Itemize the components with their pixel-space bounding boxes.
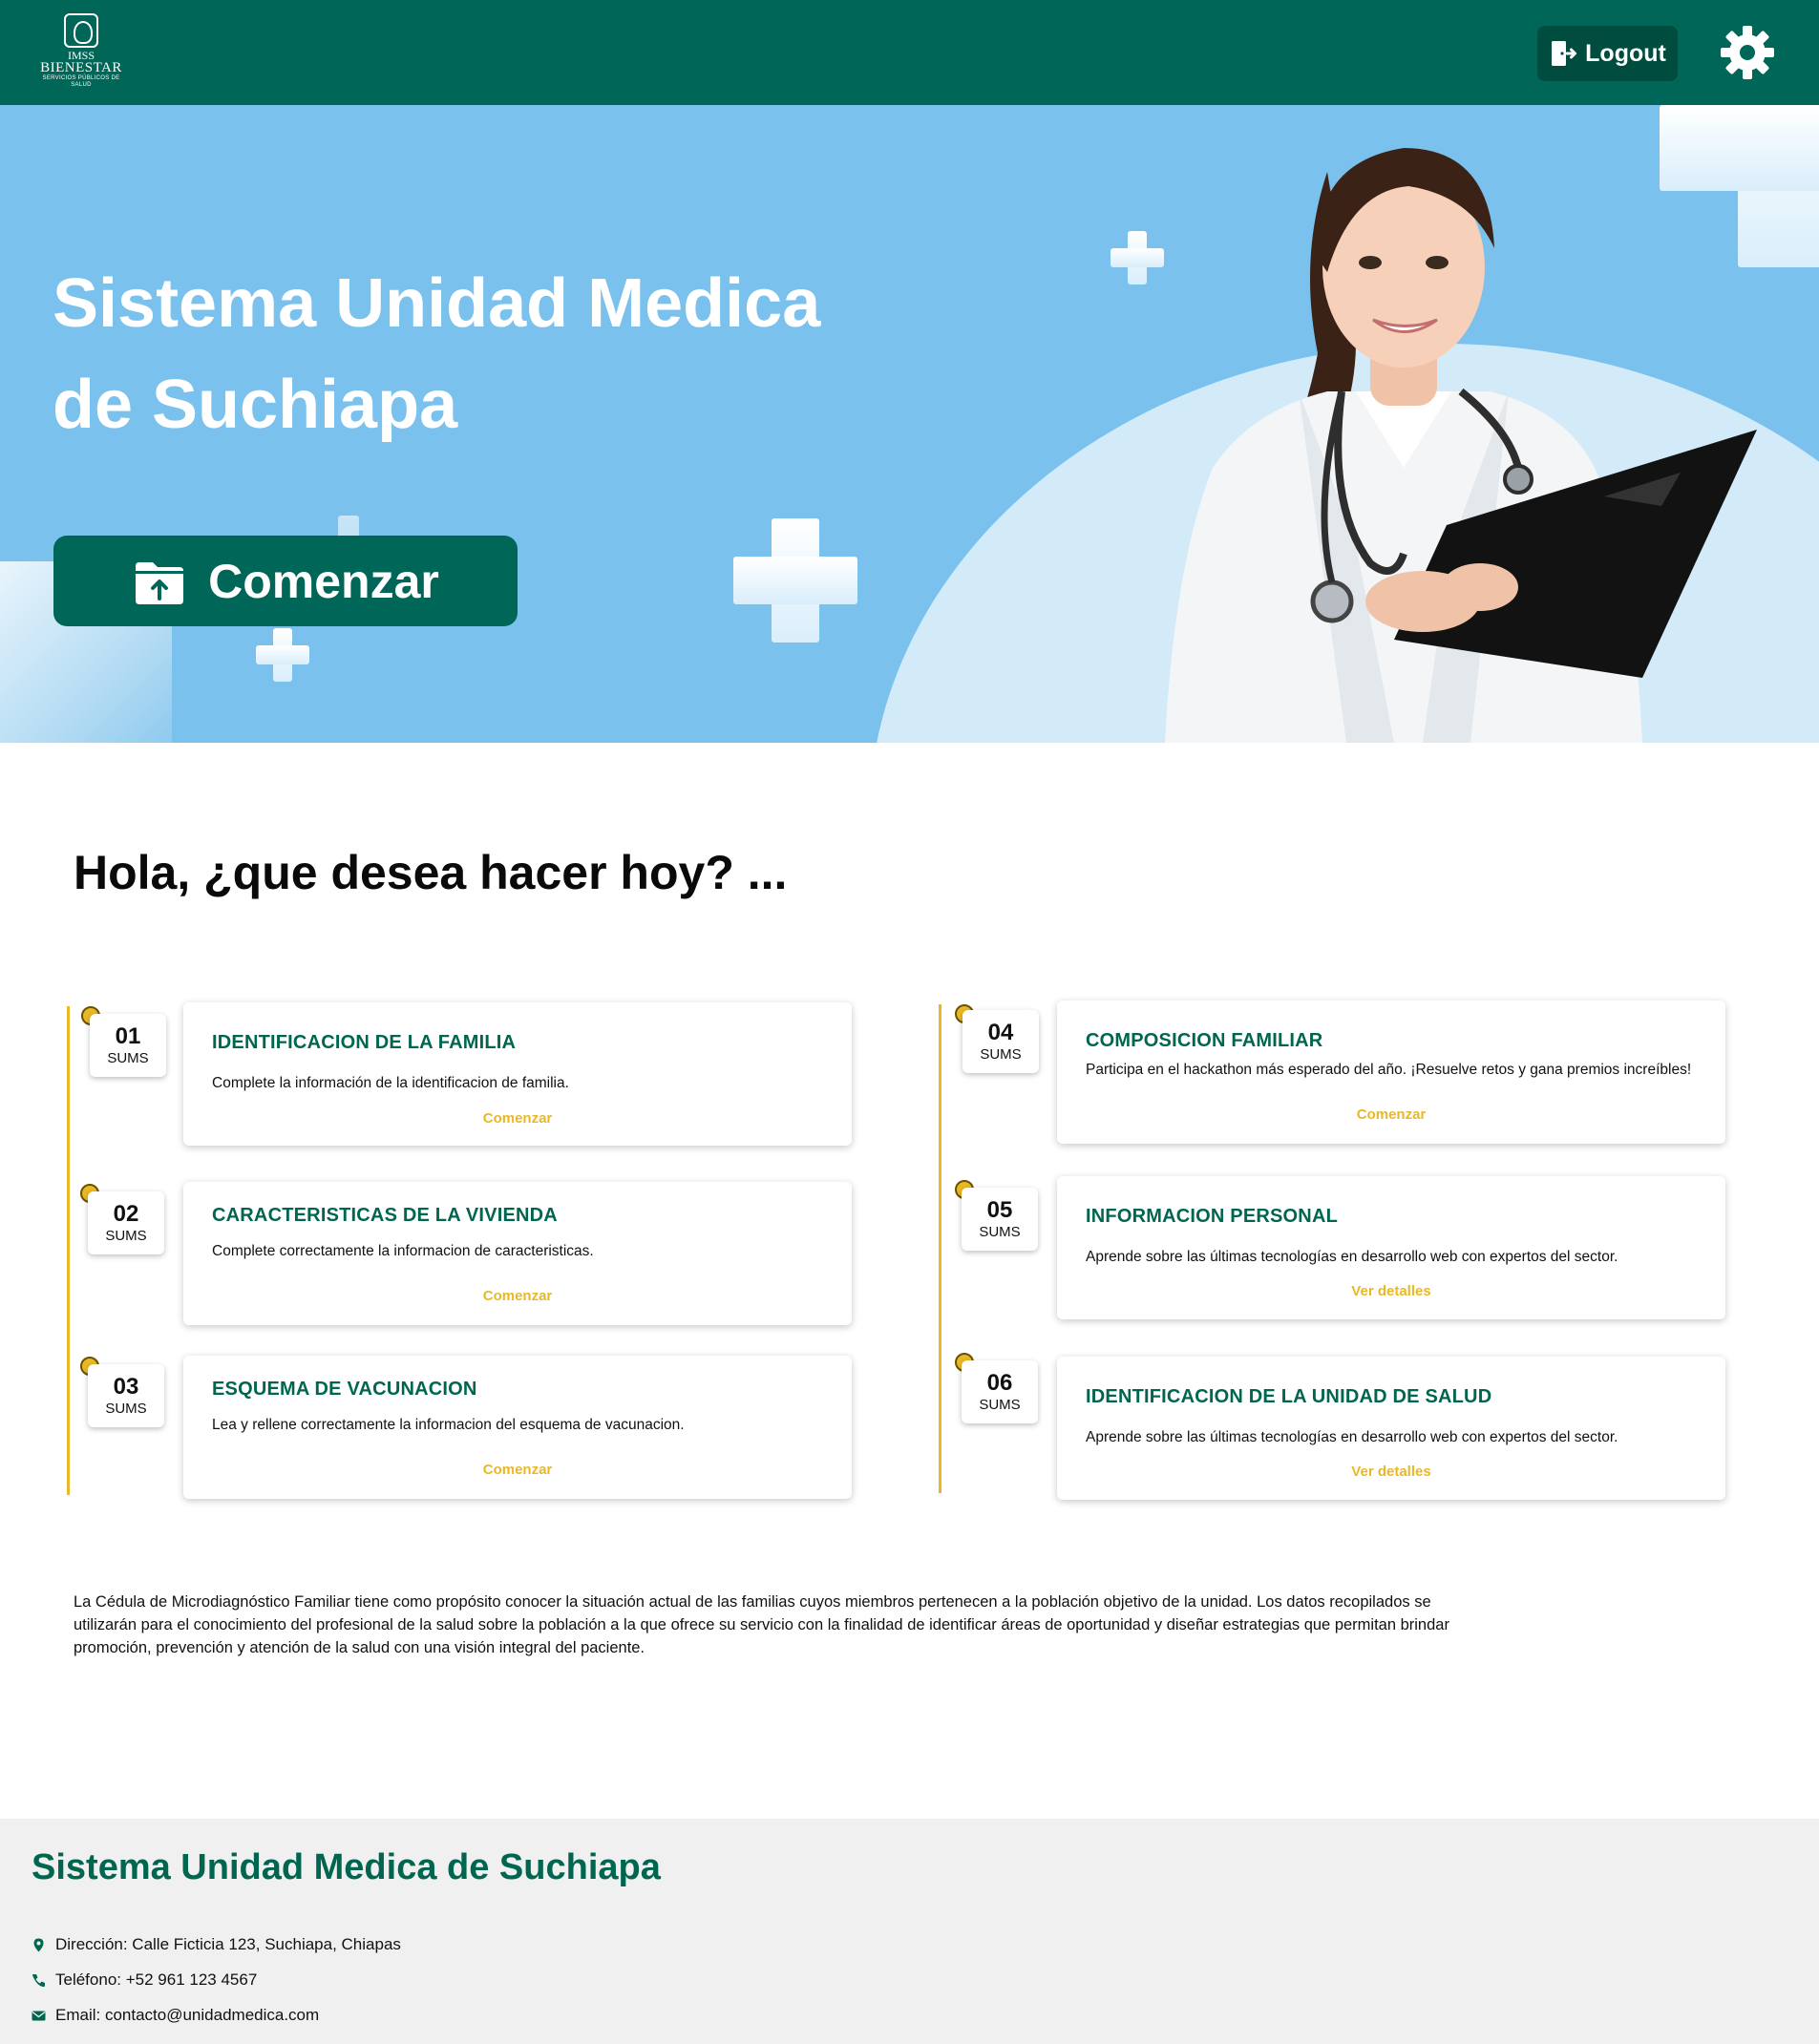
step-card-identificacion-familia: IDENTIFICACION DE LA FAMILIA Complete la… — [183, 1002, 852, 1146]
step-card-identificacion-unidad-salud: IDENTIFICACION DE LA UNIDAD DE SALUD Apr… — [1057, 1357, 1725, 1500]
imss-emblem-icon — [64, 13, 98, 48]
timeline-step-05: 05 SUMS INFORMACION PERSONAL Aprende sob… — [939, 1176, 1731, 1321]
timeline-step-02: 02 SUMS CARACTERISTICAS DE LA VIVIENDA C… — [67, 1180, 859, 1325]
doctor-illustration — [1165, 148, 1757, 743]
card-title: COMPOSICION FAMILIAR — [1086, 1030, 1323, 1051]
timeline-step-01: 01 SUMS IDENTIFICACION DE LA FAMILIA Com… — [67, 1002, 859, 1148]
footer-title: Sistema Unidad Medica de Suchiapa — [32, 1847, 661, 1887]
step-number: 01 — [115, 1023, 141, 1049]
timeline-right: 04 SUMS COMPOSICION FAMILIAR Participa e… — [939, 1001, 1731, 1500]
card-description: Aprende sobre las últimas tecnologías en… — [1086, 1249, 1618, 1265]
step-badge: 03 SUMS — [88, 1364, 164, 1427]
step-badge: 02 SUMS — [88, 1191, 164, 1254]
step-number: 04 — [987, 1020, 1014, 1045]
card-title: IDENTIFICACION DE LA UNIDAD DE SALUD — [1086, 1386, 1492, 1407]
step-badge: 06 SUMS — [962, 1360, 1038, 1423]
hero-title: Sistema Unidad Medica de Suchiapa — [53, 253, 912, 455]
card-details-link[interactable]: Ver detalles — [1057, 1283, 1725, 1299]
footer-email-text: Email: contacto@unidadmedica.com — [55, 2006, 320, 2024]
step-unit: SUMS — [979, 1224, 1021, 1240]
hero-title-line1: Sistema Unidad Medica — [53, 265, 821, 342]
card-details-link[interactable]: Ver detalles — [1057, 1464, 1725, 1480]
envelope-icon — [32, 2011, 46, 2020]
logout-label: Logout — [1585, 39, 1666, 67]
card-title: CARACTERISTICAS DE LA VIVIENDA — [212, 1205, 558, 1226]
step-number: 02 — [113, 1201, 139, 1227]
card-start-link[interactable]: Comenzar — [183, 1288, 852, 1304]
hero-title-line2: de Suchiapa — [53, 367, 458, 443]
step-number: 06 — [986, 1370, 1013, 1396]
about-paragraph: La Cédula de Microdiagnóstico Familiar t… — [74, 1593, 1449, 1656]
footer-email[interactable]: Email: contacto@unidadmedica.com — [32, 2006, 319, 2025]
step-unit: SUMS — [105, 1228, 147, 1244]
card-description: Participa en el hackathon más esperado d… — [1086, 1062, 1692, 1078]
greeting-heading: Hola, ¿que desea hacer hoy? ... — [74, 846, 788, 899]
logout-button[interactable]: Logout — [1537, 26, 1678, 81]
phone-icon — [32, 1973, 45, 1987]
card-start-link[interactable]: Comenzar — [183, 1110, 852, 1127]
footer-address: Dirección: Calle Ficticia 123, Suchiapa,… — [32, 1935, 401, 1954]
card-title: IDENTIFICACION DE LA FAMILIA — [212, 1032, 517, 1053]
timeline-step-03: 03 SUMS ESQUEMA DE VACUNACION Lea y rell… — [67, 1353, 859, 1499]
footer-phone: Teléfono: +52 961 123 4567 — [32, 1970, 257, 1990]
timeline-left: 01 SUMS IDENTIFICACION DE LA FAMILIA Com… — [67, 1002, 859, 1499]
footer: Sistema Unidad Medica de Suchiapa Direcc… — [0, 1819, 1819, 2044]
hero-banner: Sistema Unidad Medica de Suchiapa Comenz… — [0, 105, 1819, 743]
step-unit: SUMS — [980, 1046, 1022, 1063]
logo-line2: BIENESTAR — [40, 60, 122, 75]
footer-phone-text: Teléfono: +52 961 123 4567 — [55, 1970, 258, 1989]
card-description: Lea y rellene correctamente la informaci… — [212, 1417, 685, 1433]
step-badge: 01 SUMS — [90, 1014, 166, 1077]
logo-line3: SERVICIOS PÚBLICOS DE SALUD — [42, 75, 120, 88]
card-title: ESQUEMA DE VACUNACION — [212, 1379, 477, 1400]
card-description: Aprende sobre las últimas tecnologías en… — [1086, 1429, 1618, 1445]
logout-door-icon — [1552, 41, 1577, 66]
step-number: 05 — [986, 1197, 1013, 1223]
timeline-step-04: 04 SUMS COMPOSICION FAMILIAR Participa e… — [939, 1001, 1731, 1146]
card-description: Complete la información de la identifica… — [212, 1075, 569, 1091]
card-start-link[interactable]: Comenzar — [1057, 1106, 1725, 1123]
card-title: INFORMACION PERSONAL — [1086, 1206, 1338, 1227]
timeline-step-06: 06 SUMS IDENTIFICACION DE LA UNIDAD DE S… — [939, 1349, 1731, 1500]
gear-icon[interactable] — [1719, 24, 1776, 81]
medical-cross-icon — [256, 628, 309, 682]
imss-bienestar-logo[interactable]: IMSS BIENESTAR SERVICIOS PÚBLICOS DE SAL… — [38, 13, 124, 92]
step-number: 03 — [113, 1374, 139, 1400]
medical-cross-icon — [733, 518, 857, 643]
step-badge: 04 SUMS — [962, 1010, 1039, 1073]
step-card-composicion-familiar: COMPOSICION FAMILIAR Participa en el hac… — [1057, 1001, 1725, 1144]
step-unit: SUMS — [979, 1397, 1021, 1413]
step-card-caracteristicas-vivienda: CARACTERISTICAS DE LA VIVIENDA Complete … — [183, 1182, 852, 1325]
start-button-label: Comenzar — [208, 554, 439, 608]
card-description: Complete correctamente la informacion de… — [212, 1243, 594, 1259]
step-card-esquema-vacunacion: ESQUEMA DE VACUNACION Lea y rellene corr… — [183, 1356, 852, 1499]
step-badge: 05 SUMS — [962, 1188, 1038, 1251]
step-unit: SUMS — [107, 1050, 149, 1066]
card-start-link[interactable]: Comenzar — [183, 1462, 852, 1478]
footer-address-text: Dirección: Calle Ficticia 123, Suchiapa,… — [55, 1935, 401, 1953]
folder-upload-icon — [136, 561, 184, 604]
top-navbar: IMSS BIENESTAR SERVICIOS PÚBLICOS DE SAL… — [0, 0, 1819, 105]
location-pin-icon — [33, 1938, 44, 1951]
step-unit: SUMS — [105, 1401, 147, 1417]
start-button[interactable]: Comenzar — [53, 536, 518, 626]
step-card-informacion-personal: INFORMACION PERSONAL Aprende sobre las ú… — [1057, 1176, 1725, 1319]
